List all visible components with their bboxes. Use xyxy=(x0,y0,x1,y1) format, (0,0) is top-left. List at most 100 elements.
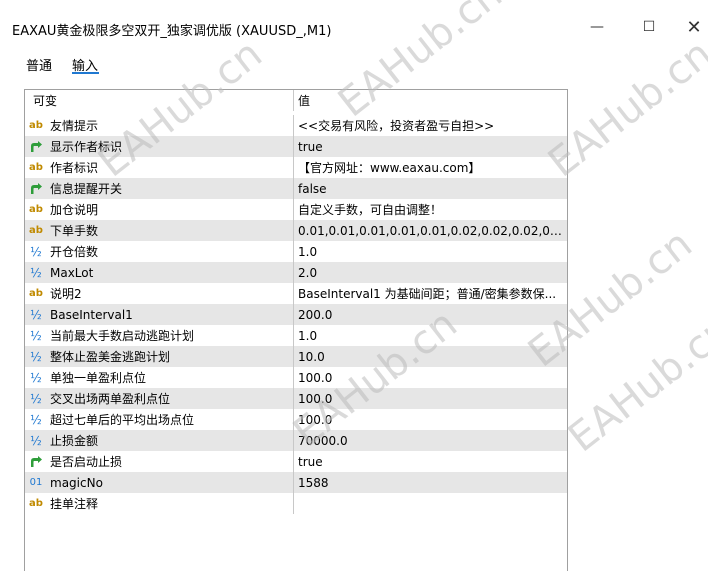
parameter-name: 止损金额 xyxy=(50,434,99,448)
parameter-name-cell: ½ MaxLot xyxy=(25,262,294,283)
table-row[interactable]: 显示作者标识 true xyxy=(25,136,567,157)
parameter-value: 100.0 xyxy=(298,412,333,427)
parameter-name-cell: ½ 整体止盈美金逃跑计划 xyxy=(25,346,294,367)
bool-type-icon xyxy=(29,455,43,469)
table-row[interactable]: 是否启动止损 true xyxy=(25,451,567,472)
parameter-name-cell: ½ 止损金额 xyxy=(25,430,294,451)
parameter-name: 加仓说明 xyxy=(50,203,99,217)
parameter-name-cell: ab 友情提示 xyxy=(25,115,294,136)
parameter-name: 显示作者标识 xyxy=(50,140,123,154)
parameter-name: magicNo xyxy=(50,475,103,490)
string-type-icon: ab xyxy=(29,497,43,509)
parameter-value: <<交易有风险，投资者盈亏自担>> xyxy=(298,119,495,133)
parameter-value: true xyxy=(298,139,323,154)
parameter-name: BaseInterval1 xyxy=(50,307,133,322)
tab-common[interactable]: 普通 xyxy=(26,55,52,74)
table-row[interactable]: ½ 当前最大手数启动逃跑计划 1.0 xyxy=(25,325,567,346)
string-type-icon: ab xyxy=(29,161,43,173)
close-button[interactable]: ✕ xyxy=(672,12,708,42)
window-title: EAXAU黄金极限多空双开_独家调优版 (XAUUSD_,M1) xyxy=(12,24,332,39)
parameter-value-cell[interactable]: 10.0 xyxy=(294,346,567,367)
parameter-value-cell[interactable]: true xyxy=(294,136,567,157)
parameter-value: 100.0 xyxy=(298,370,333,385)
double-type-icon: ½ xyxy=(30,433,42,448)
table-row[interactable]: ½ 超过七单后的平均出场点位 100.0 xyxy=(25,409,567,430)
table-row[interactable]: ½ 止损金额 70000.0 xyxy=(25,430,567,451)
string-type-icon: ab xyxy=(29,287,43,299)
table-row[interactable]: ab 下单手数 0.01,0.01,0.01,0.01,0.01,0.02,0.02… xyxy=(25,220,567,241)
parameter-name: 当前最大手数启动逃跑计划 xyxy=(50,329,195,343)
parameter-name: 下单手数 xyxy=(50,224,99,238)
double-type-icon: ½ xyxy=(30,328,42,343)
column-header-value: 值 xyxy=(298,94,311,108)
table-row[interactable]: ab 说明2 BaseInterval1 为基础间距；普通/密集参数保... xyxy=(25,283,567,304)
parameter-name: 作者标识 xyxy=(50,161,99,175)
parameter-name-cell: ab 作者标识 xyxy=(25,157,294,178)
parameter-value: 1588 xyxy=(298,475,329,490)
parameter-name-cell: ½ 开仓倍数 xyxy=(25,241,294,262)
table-row[interactable]: ab 作者标识 【官方网址：www.eaxau.com】 xyxy=(25,157,567,178)
double-type-icon: ½ xyxy=(30,349,42,364)
table-row[interactable]: ½ MaxLot 2.0 xyxy=(25,262,567,283)
table-row[interactable]: ½ BaseInterval1 200.0 xyxy=(25,304,567,325)
parameter-value: 1.0 xyxy=(298,244,318,259)
parameter-name: 是否启动止损 xyxy=(50,455,123,469)
parameter-value-cell[interactable]: 200.0 xyxy=(294,304,567,325)
table-row[interactable]: 信息提醒开关 false xyxy=(25,178,567,199)
parameter-name: 说明2 xyxy=(50,287,82,301)
parameter-name-cell: ab 加仓说明 xyxy=(25,199,294,220)
parameter-name: 整体止盈美金逃跑计划 xyxy=(50,350,171,364)
parameter-value-cell[interactable] xyxy=(294,493,567,514)
parameter-value-cell[interactable]: 100.0 xyxy=(294,388,567,409)
parameter-name-cell: 显示作者标识 xyxy=(25,136,294,157)
parameter-value-cell[interactable]: 【官方网址：www.eaxau.com】 xyxy=(294,157,567,178)
table-row[interactable]: ab 挂单注释 xyxy=(25,493,567,514)
string-type-icon: ab xyxy=(29,203,43,215)
table-row[interactable]: ½ 开仓倍数 1.0 xyxy=(25,241,567,262)
parameter-name: 友情提示 xyxy=(50,119,99,133)
parameter-value-cell[interactable]: BaseInterval1 为基础间距；普通/密集参数保... xyxy=(294,283,567,304)
parameter-name: 开仓倍数 xyxy=(50,245,99,259)
double-type-icon: ½ xyxy=(30,307,42,322)
parameter-value-cell[interactable]: 70000.0 xyxy=(294,430,567,451)
table-row[interactable]: ½ 交叉出场两单盈利点位 100.0 xyxy=(25,388,567,409)
active-tab-indicator xyxy=(72,72,99,74)
parameter-value-cell[interactable]: 1588 xyxy=(294,472,567,493)
parameter-value-cell[interactable]: 自定义手数，可自由调整！ xyxy=(294,199,567,220)
table-row[interactable]: ½ 单独一单盈利点位 100.0 xyxy=(25,367,567,388)
parameter-value-cell[interactable]: 1.0 xyxy=(294,325,567,346)
parameter-value-cell[interactable]: 0.01,0.01,0.01,0.01,0.01,0.02,0.02,0.02,… xyxy=(294,220,567,241)
parameter-name-cell: ab 下单手数 xyxy=(25,220,294,241)
table-row[interactable]: ab 友情提示 <<交易有风险，投资者盈亏自担>> xyxy=(25,115,567,136)
title-bar: EAXAU黄金极限多空双开_独家调优版 (XAUUSD_,M1) — ☐ ✕ xyxy=(0,0,708,44)
double-type-icon: ½ xyxy=(30,412,42,427)
parameter-value-cell[interactable]: 100.0 xyxy=(294,367,567,388)
double-type-icon: ½ xyxy=(30,370,42,385)
integer-type-icon: 01 xyxy=(29,476,43,488)
parameter-value-cell[interactable]: 100.0 xyxy=(294,409,567,430)
parameter-value-cell[interactable]: 2.0 xyxy=(294,262,567,283)
string-type-icon: ab xyxy=(29,224,43,236)
maximize-button[interactable]: ☐ xyxy=(627,12,671,42)
parameter-value: 10.0 xyxy=(298,349,325,364)
parameter-value-cell[interactable]: false xyxy=(294,178,567,199)
parameter-name: 信息提醒开关 xyxy=(50,182,123,196)
parameter-value-cell[interactable]: <<交易有风险，投资者盈亏自担>> xyxy=(294,115,567,136)
parameter-value-cell[interactable]: true xyxy=(294,451,567,472)
table-row[interactable]: ½ 整体止盈美金逃跑计划 10.0 xyxy=(25,346,567,367)
parameter-value: BaseInterval1 为基础间距；普通/密集参数保... xyxy=(298,287,557,301)
table-header: 可变 值 xyxy=(25,90,567,111)
parameter-name: 挂单注释 xyxy=(50,497,99,511)
parameter-value: true xyxy=(298,454,323,469)
double-type-icon: ½ xyxy=(30,244,42,259)
parameter-name: 单独一单盈利点位 xyxy=(50,371,147,385)
parameter-value-cell[interactable]: 1.0 xyxy=(294,241,567,262)
double-type-icon: ½ xyxy=(30,391,42,406)
table-row[interactable]: ab 加仓说明 自定义手数，可自由调整！ xyxy=(25,199,567,220)
parameter-name-cell: ½ 当前最大手数启动逃跑计划 xyxy=(25,325,294,346)
minimize-button[interactable]: — xyxy=(575,12,619,42)
parameter-value: 【官方网址：www.eaxau.com】 xyxy=(298,161,481,175)
parameter-value: 自定义手数，可自由调整！ xyxy=(298,203,443,217)
table-row[interactable]: 01 magicNo 1588 xyxy=(25,472,567,493)
parameter-name-cell: 01 magicNo xyxy=(25,472,294,493)
